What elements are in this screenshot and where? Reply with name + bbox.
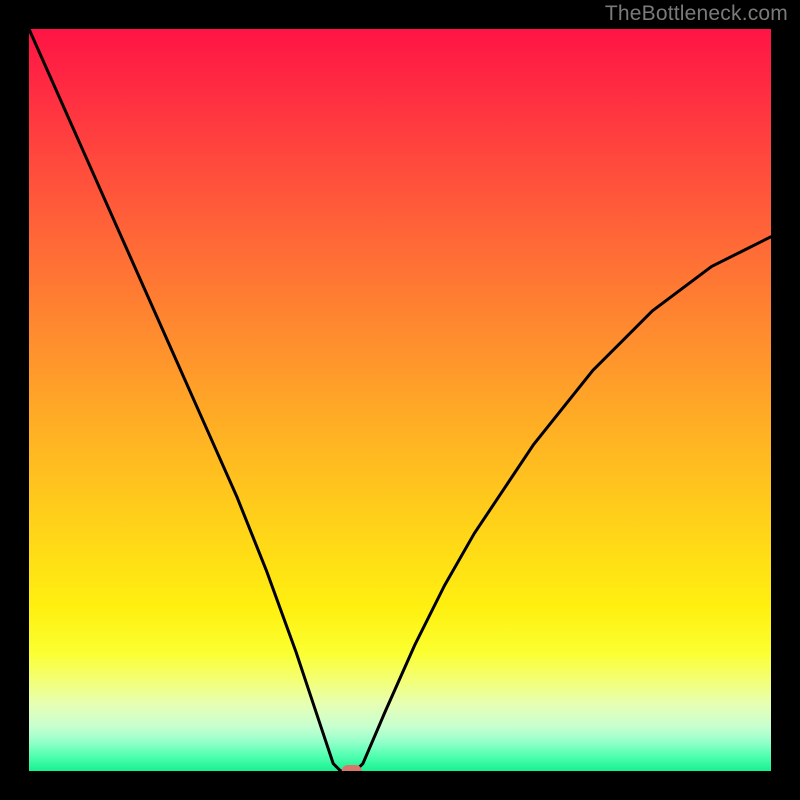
plot-area <box>29 29 771 771</box>
watermark-text: TheBottleneck.com <box>605 2 788 26</box>
curve-layer <box>29 29 771 771</box>
bottleneck-curve <box>29 29 771 771</box>
chart-frame: TheBottleneck.com <box>0 0 800 800</box>
optimum-marker <box>342 765 362 771</box>
